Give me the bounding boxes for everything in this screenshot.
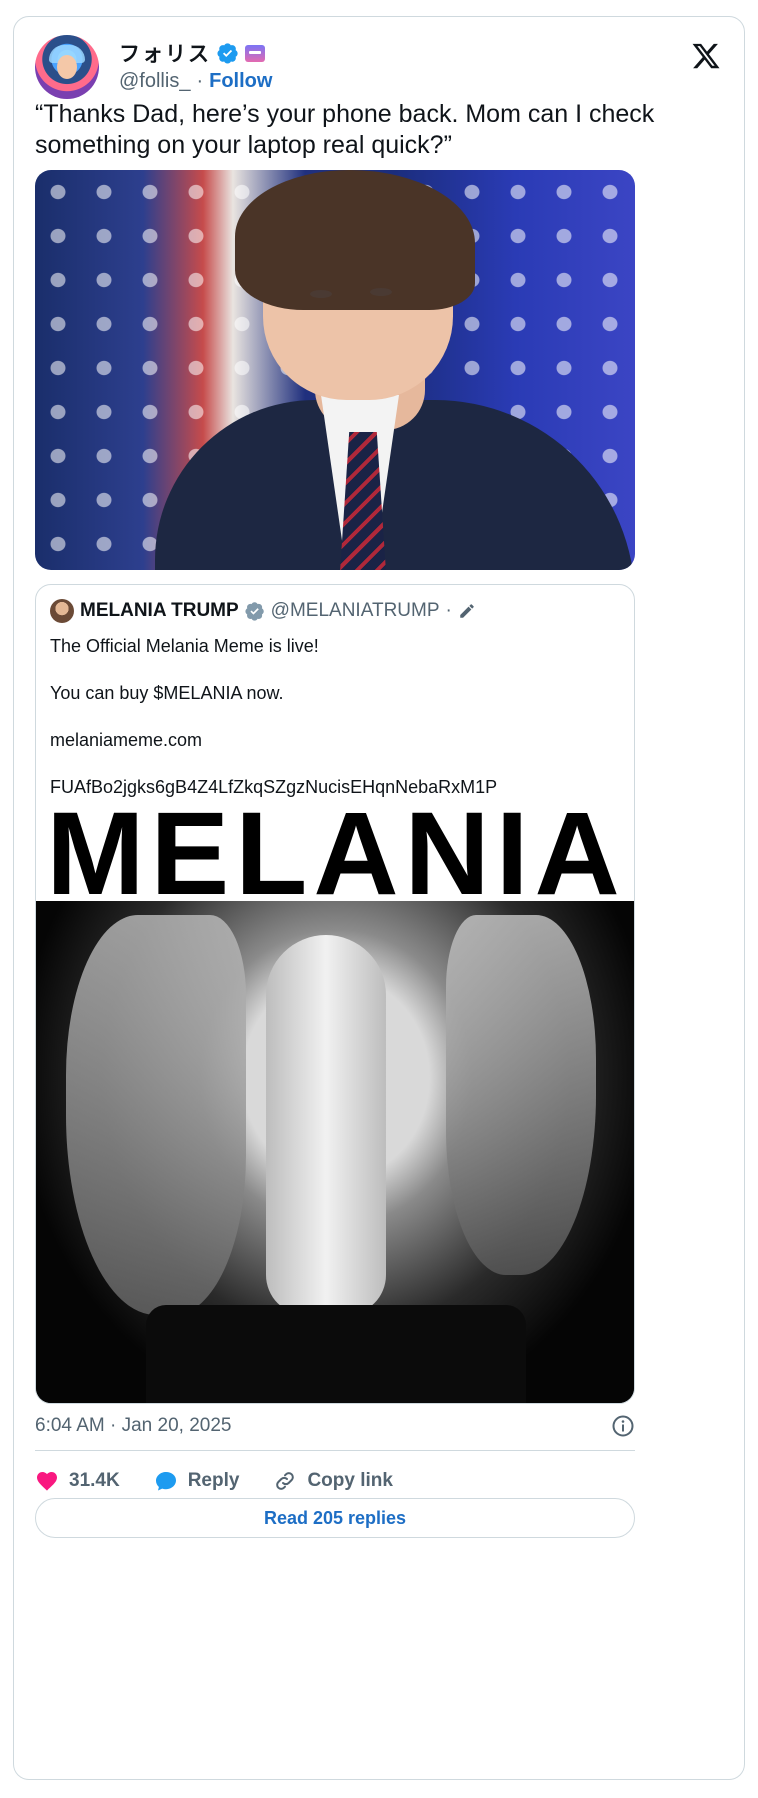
pen-icon <box>460 604 474 618</box>
quoted-name: MELANIA TRUMP <box>80 600 239 621</box>
timestamp[interactable]: 6:04 AM · Jan 20, 2025 <box>35 1415 231 1437</box>
handle-row: @follis_ · Follow <box>119 70 272 93</box>
quoted-body: The Official Melania Meme is live! You c… <box>50 635 497 823</box>
handle-separator: · <box>196 70 204 92</box>
portrait-hair-right <box>446 915 596 1275</box>
tweet-card: フォリス @follis_ · Follow “Thanks Dad, here… <box>13 16 745 1780</box>
divider <box>35 1450 635 1451</box>
affiliate-flag-icon <box>245 44 265 62</box>
quoted-header: MELANIA TRUMP @MELANIATRUMP · <box>50 599 476 623</box>
quoted-line: The Official Melania Meme is live! <box>50 636 319 656</box>
author-name-row[interactable]: フォリス <box>119 38 265 68</box>
photo-eye-right <box>370 288 392 296</box>
timestamp-row: 6:04 AM · Jan 20, 2025 <box>35 1414 635 1438</box>
quoted-image[interactable]: MELANIA <box>36 805 634 1403</box>
reply-button[interactable]: Reply <box>154 1460 240 1502</box>
info-icon[interactable] <box>611 1414 635 1438</box>
portrait-dress <box>146 1305 526 1403</box>
tweet-header: フォリス @follis_ · Follow <box>35 35 723 101</box>
image-word: MELANIA <box>46 805 626 920</box>
link-icon <box>276 1472 295 1490</box>
follow-button[interactable]: Follow <box>209 70 272 93</box>
portrait-hair-left <box>66 915 246 1315</box>
copy-link-label: Copy link <box>307 1470 393 1491</box>
read-replies-button[interactable]: Read 205 replies <box>35 1498 635 1538</box>
copy-link-button[interactable]: Copy link <box>273 1460 393 1502</box>
author-name[interactable]: フォリス <box>119 38 211 68</box>
quoted-separator: · <box>445 600 452 621</box>
quoted-avatar <box>50 599 74 623</box>
photo-hair <box>235 170 475 310</box>
quoted-tweet[interactable]: MELANIA TRUMP @MELANIATRUMP · The Offici… <box>35 584 635 1404</box>
gov-verified-badge-icon <box>245 602 264 621</box>
verified-badge-icon <box>217 43 238 64</box>
like-count: 31.4K <box>69 1470 120 1491</box>
tweet-photo[interactable] <box>35 170 635 570</box>
quoted-handle: @MELANIATRUMP <box>270 600 440 621</box>
portrait-hands <box>266 935 386 1315</box>
quoted-line: FUAfBo2jgks6gB4Z4LfZkqSZgzNucisEHqnNebaR… <box>50 777 498 797</box>
quoted-line: melaniameme.com <box>50 730 203 750</box>
author-avatar[interactable] <box>35 35 99 99</box>
like-button[interactable]: 31.4K <box>35 1460 120 1502</box>
reply-bubble-icon <box>155 1472 176 1491</box>
photo-eye-left <box>310 290 332 298</box>
x-logo-icon[interactable] <box>691 41 721 71</box>
quoted-line: You can buy $MELANIA now. <box>50 683 284 703</box>
heart-icon <box>37 1472 57 1491</box>
author-handle[interactable]: @follis_ <box>119 70 190 93</box>
tweet-text: “Thanks Dad, here’s your phone back. Mom… <box>35 100 655 159</box>
avatar-face <box>57 55 77 79</box>
action-bar: 31.4K Reply Copy link <box>35 1460 427 1502</box>
reply-label: Reply <box>187 1470 240 1491</box>
